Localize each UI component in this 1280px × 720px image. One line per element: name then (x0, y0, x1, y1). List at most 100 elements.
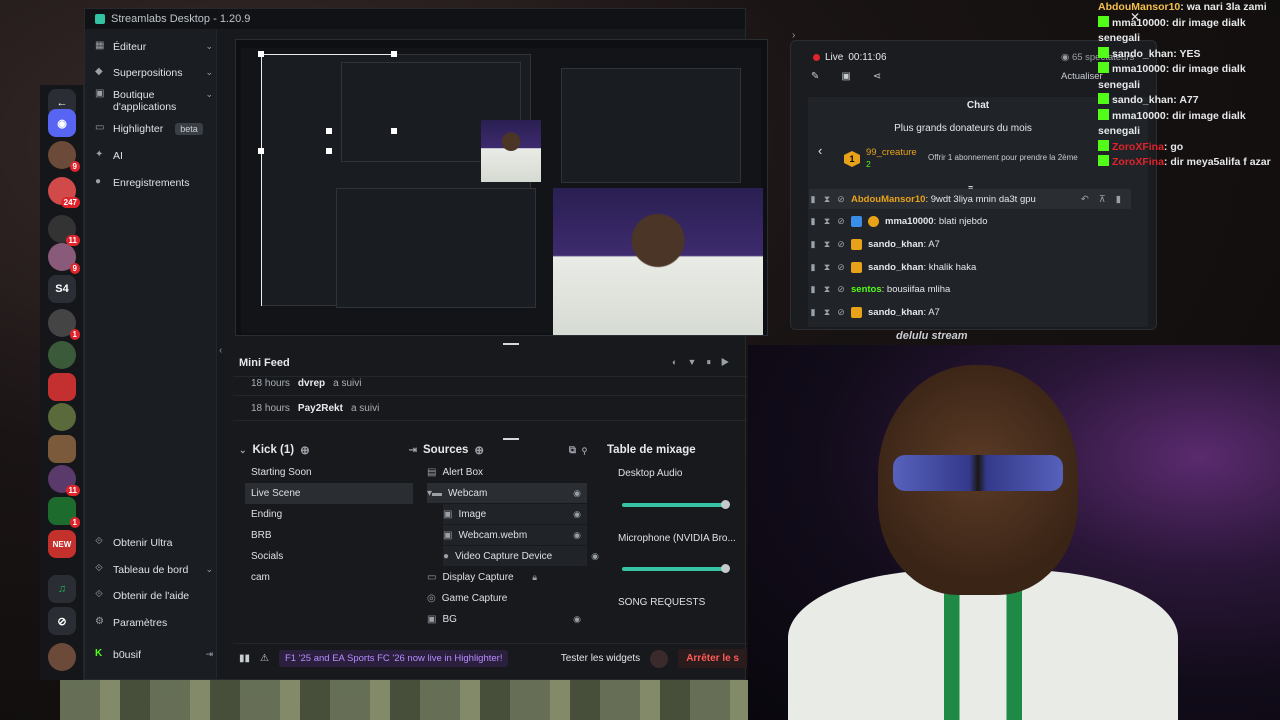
timeout-icon[interactable]: ⧗ (823, 284, 831, 295)
resize-handle[interactable] (258, 148, 264, 154)
scene-item[interactable]: Ending (245, 504, 413, 525)
add-scene-icon[interactable]: ⊕ (300, 443, 310, 457)
live-tools-icons[interactable]: ✎▣⋖ (811, 71, 903, 82)
slash-icon[interactable]: ⊘ (48, 607, 76, 635)
collapse-left-icon[interactable]: ‹ (219, 345, 222, 356)
resize-handle[interactable] (326, 148, 332, 154)
scene-item[interactable]: Starting Soon (245, 462, 413, 483)
chat-message[interactable]: ▮ ⧗ ⊘ mma10000: blati njebdo (809, 211, 1129, 231)
server-icon[interactable]: 9 (48, 243, 80, 274)
rec-button[interactable] (650, 649, 669, 668)
server-icon[interactable] (48, 341, 76, 369)
ban-icon[interactable]: ⊘ (837, 239, 845, 250)
ban-icon[interactable]: ⊘ (837, 216, 845, 227)
chat-message[interactable]: ▮ ⧗ ⊘ AbdouMansor10: 9wdt 3liya mnin da3… (809, 189, 1131, 209)
delete-icon[interactable]: ▮ (809, 307, 817, 318)
avatar-icon[interactable]: 9 (48, 141, 80, 172)
delete-icon[interactable]: ▮ (809, 284, 817, 295)
stop-stream-button[interactable]: Arrêter le s (678, 649, 747, 668)
discord-icon[interactable]: ◉ (48, 109, 76, 137)
eye-icon[interactable]: ◉ (573, 488, 581, 499)
chat-message[interactable]: ▮ ⧗ ⊘ sentos: bousiifaa mliha (809, 279, 1129, 299)
chat-message[interactable]: ▮ ⧗ ⊘ sando_khan: A7 (809, 234, 1129, 254)
server-icon[interactable] (48, 373, 76, 401)
timeout-icon[interactable]: ⧗ (823, 194, 831, 205)
sidebar-item-editor[interactable]: ▦ Éditeur ⌄ (95, 41, 213, 54)
user-avatar[interactable] (48, 643, 76, 671)
prev-arrow-icon[interactable]: ‹ (818, 143, 822, 158)
sidebar-item-account[interactable]: K b0usif ⇥ (95, 649, 213, 662)
highlighter-promo[interactable]: F1 '25 and EA Sports FC '26 now live in … (278, 650, 509, 667)
timeout-icon[interactable]: ⧗ (823, 307, 831, 318)
server-icon[interactable] (48, 435, 76, 463)
server-icon[interactable] (48, 403, 76, 431)
mini-feed-controls-icons[interactable]: ◐▼⏸▶ (672, 357, 739, 368)
source-item[interactable]: ▣ Webcam.webm ◉ (443, 525, 587, 545)
scene-item-active[interactable]: Live Scene (245, 483, 413, 504)
spotify-icon[interactable]: ♫ (48, 575, 76, 603)
source-folder-webcam[interactable]: ▾▬ Webcam ◉ (427, 483, 587, 503)
resize-handle[interactable] (326, 128, 332, 134)
source-item[interactable]: ▣ Image ◉ (443, 504, 587, 524)
timeout-icon[interactable]: ⧗ (823, 262, 831, 273)
sidebar-item-ultra[interactable]: ⟐ Obtenir Ultra (95, 537, 213, 550)
logout-icon[interactable]: ⇥ (205, 649, 213, 660)
server-icon[interactable]: 247 (48, 177, 80, 208)
timeout-icon[interactable]: ⧗ (823, 239, 831, 250)
delete-icon[interactable]: ▮ (809, 194, 817, 205)
scene-collection-title[interactable]: Kick (1) (253, 444, 295, 456)
eye-icon[interactable]: ◉ (573, 614, 581, 625)
sidebar-item-highlighter[interactable]: ▭ Highlighter beta (95, 123, 213, 135)
delete-icon[interactable]: ▮ (809, 216, 817, 227)
ban-icon[interactable]: ⊘ (837, 284, 845, 295)
source-item[interactable]: ▤ Alert Box (427, 462, 587, 482)
scene-transition-icon[interactable]: ⇥ (409, 445, 417, 456)
eye-icon[interactable]: ◉ (573, 509, 581, 520)
source-item[interactable]: ▭ Display Capture 🔒︎ (427, 567, 587, 587)
ban-icon[interactable]: ⊘ (837, 307, 845, 318)
sidebar-item-overlays[interactable]: ◆ Superpositions ⌄ (95, 67, 213, 80)
chat-message[interactable]: ▮ ⧗ ⊘ sando_khan: A7 (809, 302, 1129, 322)
chat-message[interactable]: ▮ ⧗ ⊘ sando_khan: khalik haka (809, 257, 1129, 277)
eye-icon[interactable]: ◉ (573, 530, 581, 541)
server-icon[interactable]: 1 (48, 497, 80, 528)
stats-icon[interactable]: ▮▮ (239, 653, 250, 664)
source-item[interactable]: ▣ BG ◉ (427, 609, 587, 629)
server-icon[interactable]: 11 (48, 215, 80, 246)
stream-preview[interactable] (235, 39, 768, 336)
sidebar-item-settings[interactable]: ⚙ Paramètres (95, 617, 213, 630)
slider-knob[interactable] (721, 500, 730, 509)
slider-knob[interactable] (721, 564, 730, 573)
microphone-slider[interactable] (622, 564, 730, 573)
sidebar-item-dashboard[interactable]: ⟐ Tableau de bord ⌄ (95, 564, 213, 577)
refresh-button[interactable]: Actualiser (1061, 71, 1103, 82)
scene-item[interactable]: Socials (245, 546, 413, 567)
server-icon[interactable]: 1 (48, 309, 80, 340)
resize-handle[interactable] (391, 51, 397, 57)
close-icon[interactable]: ✕ (1130, 10, 1140, 24)
resize-handle[interactable] (391, 128, 397, 134)
server-icon[interactable]: 11 (48, 465, 80, 496)
eye-icon[interactable]: ◉ (591, 551, 599, 562)
sidebar-item-app-store[interactable]: ▣ Boutique d'applications ⌄ (95, 89, 213, 114)
delete-icon[interactable]: ▮ (809, 262, 817, 273)
sidebar-item-ai[interactable]: ✦ AI (95, 150, 213, 163)
scene-item[interactable]: cam (245, 567, 413, 588)
chat-tab[interactable]: Chat (808, 100, 1148, 111)
source-tools-icons[interactable]: ⧉⚲ (569, 445, 593, 456)
new-server-icon[interactable]: NEW (48, 530, 76, 558)
drag-handle[interactable] (503, 343, 519, 345)
timeout-icon[interactable]: ⧗ (823, 216, 831, 227)
sidebar-item-help[interactable]: ⟐ Obtenir de l'aide (95, 590, 213, 603)
ban-icon[interactable]: ⊘ (837, 262, 845, 273)
delete-icon[interactable]: ▮ (809, 239, 817, 250)
scene-item[interactable]: BRB (245, 525, 413, 546)
ban-icon[interactable]: ⊘ (837, 194, 845, 205)
message-actions-icons[interactable]: ↶⊼▮ (1081, 194, 1131, 205)
test-widgets-button[interactable]: Tester les widgets (561, 653, 640, 664)
desktop-audio-slider[interactable] (622, 500, 730, 509)
add-source-icon[interactable]: ⊕ (474, 443, 484, 457)
resize-handle[interactable] (258, 51, 264, 57)
source-item[interactable]: ● Video Capture Device ◉ (443, 546, 599, 566)
source-item[interactable]: ◎ Game Capture (427, 588, 587, 608)
